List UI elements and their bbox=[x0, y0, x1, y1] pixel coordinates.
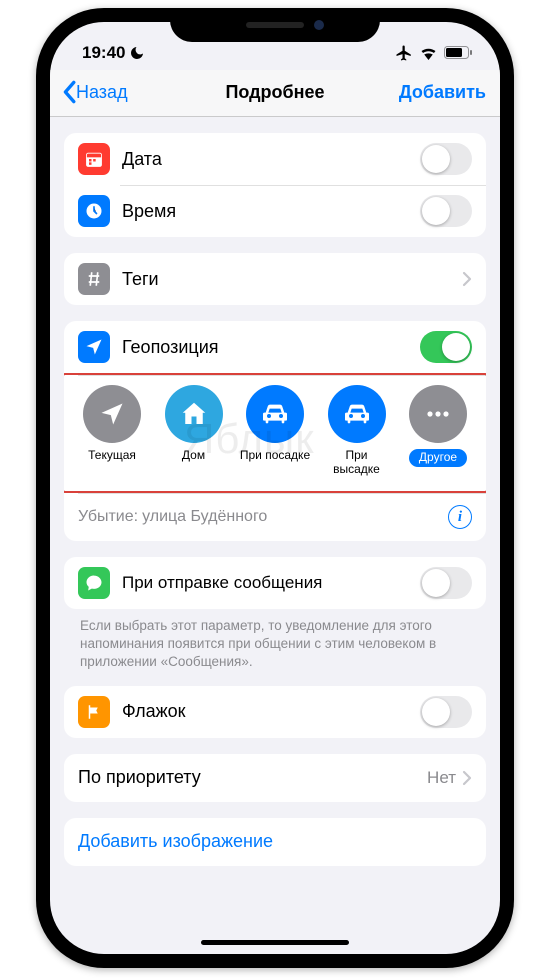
toggle-time[interactable] bbox=[420, 195, 472, 227]
row-on-message-label: При отправке сообщения bbox=[122, 573, 420, 593]
loc-dropoff-label: При высадке bbox=[321, 449, 393, 477]
row-date[interactable]: Дата bbox=[64, 133, 486, 185]
row-tags[interactable]: Теги bbox=[64, 253, 486, 305]
notch bbox=[170, 8, 380, 42]
row-date-label: Дата bbox=[122, 149, 420, 170]
message-footnote: Если выбрать этот параметр, то уведомлен… bbox=[64, 617, 486, 686]
row-time-label: Время bbox=[122, 201, 420, 222]
car-icon bbox=[328, 385, 386, 443]
row-priority[interactable]: По приоритету Нет bbox=[64, 754, 486, 802]
content: Дата Время Теги bbox=[50, 117, 500, 866]
clock-icon bbox=[78, 195, 110, 227]
moon-icon bbox=[129, 45, 145, 61]
group-priority: По приоритету Нет bbox=[64, 754, 486, 802]
loc-dropoff[interactable]: При высадке bbox=[321, 385, 393, 477]
back-button[interactable]: Назад bbox=[60, 80, 128, 104]
group-flag: Флажок bbox=[64, 686, 486, 738]
flag-icon bbox=[78, 696, 110, 728]
chevron-right-icon bbox=[462, 770, 472, 786]
screen: 19:40 Назад Подробнее Добавить bbox=[50, 22, 500, 954]
car-icon bbox=[246, 385, 304, 443]
row-time[interactable]: Время bbox=[64, 185, 486, 237]
priority-value: Нет bbox=[427, 768, 456, 788]
status-time: 19:40 bbox=[82, 43, 125, 63]
loc-boarding[interactable]: При посадке bbox=[239, 385, 311, 477]
loc-current-label: Текущая bbox=[88, 449, 136, 477]
location-icon bbox=[78, 331, 110, 363]
arrow-icon bbox=[83, 385, 141, 443]
front-camera bbox=[314, 20, 324, 30]
info-icon[interactable]: i bbox=[448, 505, 472, 529]
loc-home-label: Дом bbox=[182, 449, 205, 477]
ellipsis-icon bbox=[409, 385, 467, 443]
nav-bar: Назад Подробнее Добавить bbox=[50, 70, 500, 117]
row-flag[interactable]: Флажок bbox=[64, 686, 486, 738]
back-label: Назад bbox=[76, 82, 128, 103]
departure-value: улица Будённого bbox=[142, 508, 448, 526]
row-departure[interactable]: Убытие: улица Будённого i bbox=[64, 493, 486, 541]
departure-key: Убытие: bbox=[78, 508, 138, 526]
group-tags: Теги bbox=[64, 253, 486, 305]
group-date-time: Дата Время bbox=[64, 133, 486, 237]
device-frame: 19:40 Назад Подробнее Добавить bbox=[36, 8, 514, 968]
toggle-geo[interactable] bbox=[420, 331, 472, 363]
row-add-image-label: Добавить изображение bbox=[78, 831, 472, 852]
message-icon bbox=[78, 567, 110, 599]
chevron-right-icon bbox=[462, 271, 472, 287]
loc-current[interactable]: Текущая bbox=[76, 385, 148, 477]
group-location: Геопозиция Текущая Дом bbox=[64, 321, 486, 541]
toggle-message[interactable] bbox=[420, 567, 472, 599]
add-button[interactable]: Добавить bbox=[399, 82, 486, 103]
hash-icon bbox=[78, 263, 110, 295]
calendar-icon bbox=[78, 143, 110, 175]
row-on-message[interactable]: При отправке сообщения bbox=[64, 557, 486, 609]
row-priority-label: По приоритету bbox=[78, 767, 427, 788]
loc-home[interactable]: Дом bbox=[158, 385, 230, 477]
row-flag-label: Флажок bbox=[122, 701, 420, 722]
loc-other-label: Другое bbox=[409, 449, 467, 467]
row-geo-label: Геопозиция bbox=[122, 337, 420, 358]
airplane-icon bbox=[395, 44, 413, 62]
toggle-flag[interactable] bbox=[420, 696, 472, 728]
loc-boarding-label: При посадке bbox=[240, 449, 310, 477]
group-message: При отправке сообщения bbox=[64, 557, 486, 609]
battery-icon bbox=[444, 46, 472, 59]
row-geo[interactable]: Геопозиция bbox=[64, 321, 486, 373]
loc-other[interactable]: Другое bbox=[402, 385, 474, 477]
row-tags-label: Теги bbox=[122, 269, 462, 290]
toggle-date[interactable] bbox=[420, 143, 472, 175]
group-add-image: Добавить изображение bbox=[64, 818, 486, 866]
location-options: Текущая Дом При посадке bbox=[64, 373, 486, 493]
home-icon bbox=[165, 385, 223, 443]
row-add-image[interactable]: Добавить изображение bbox=[64, 818, 486, 866]
speaker bbox=[246, 22, 304, 28]
home-indicator[interactable] bbox=[201, 940, 349, 945]
wifi-icon bbox=[419, 46, 438, 60]
